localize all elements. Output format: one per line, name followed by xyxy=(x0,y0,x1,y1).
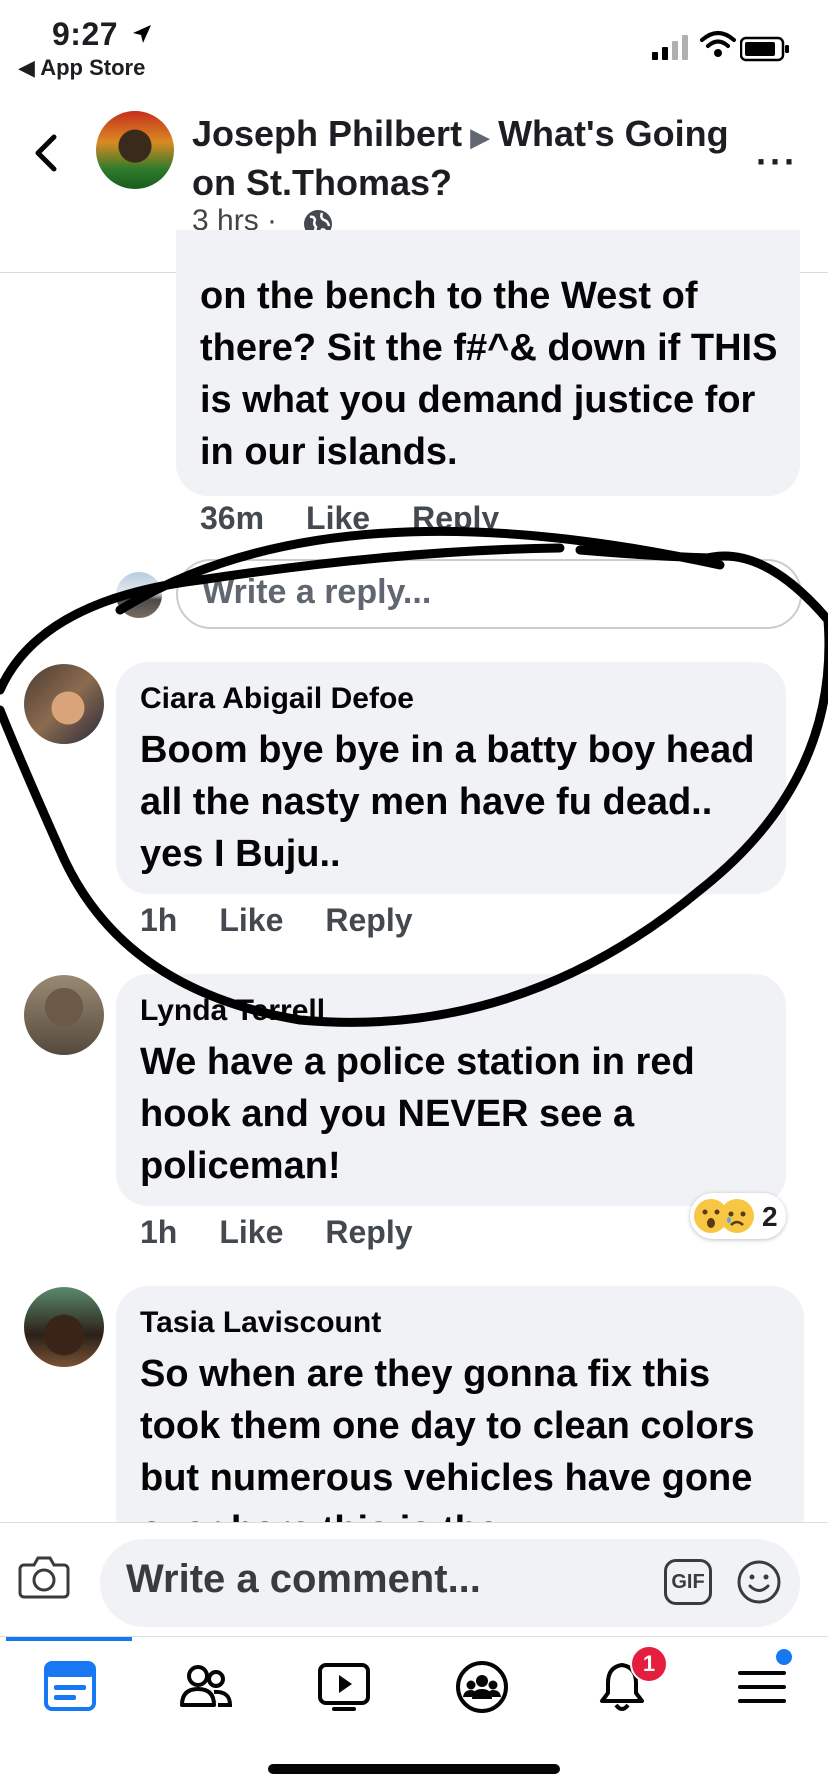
home-indicator[interactable] xyxy=(268,1764,560,1774)
commenter-name[interactable]: Lynda Terrell xyxy=(140,994,325,1028)
reply-input[interactable]: Write a reply... xyxy=(176,559,802,629)
comment-text: So when are they gonna fix this took the… xyxy=(140,1353,755,1546)
watch-video-icon[interactable] xyxy=(316,1659,372,1715)
gif-button[interactable]: GIF xyxy=(664,1559,712,1605)
back-chevron-icon[interactable] xyxy=(30,131,64,175)
friends-icon[interactable] xyxy=(178,1659,234,1715)
reaction-summary[interactable]: 2 xyxy=(690,1193,786,1239)
like-button[interactable]: Like xyxy=(219,902,283,938)
comment-actions: 1h Like Reply xyxy=(140,902,455,939)
like-button[interactable]: Like xyxy=(306,500,370,536)
comment-text: We have a police station in red hook and… xyxy=(140,1041,695,1187)
wifi-icon xyxy=(700,31,736,57)
menu-hamburger-icon[interactable] xyxy=(734,1659,790,1715)
author-name[interactable]: Joseph Philbert xyxy=(192,113,462,154)
active-tab-indicator xyxy=(6,1637,132,1641)
commenter-name[interactable]: Ciara Abigail Defoe xyxy=(140,682,414,716)
comment-actions: 1h Like Reply xyxy=(140,1214,455,1251)
news-feed-icon[interactable] xyxy=(42,1659,98,1715)
reply-button[interactable]: Reply xyxy=(325,1214,412,1250)
menu-notification-dot xyxy=(776,1649,792,1665)
battery-icon xyxy=(740,36,789,62)
post-title: Joseph Philbert ▶ What's Going on St.Thoma… xyxy=(192,111,752,205)
comment-time: 36m xyxy=(200,500,265,536)
notification-badge: 1 xyxy=(630,1645,668,1683)
comment-bubble: Lynda Terrell We have a police station i… xyxy=(116,974,786,1206)
groups-icon[interactable] xyxy=(454,1659,510,1715)
status-time: 9:27 xyxy=(52,16,119,52)
comment-composer: Write a comment... GIF xyxy=(0,1522,828,1629)
comment-bubble: Ciara Abigail Defoe Boom bye bye in a ba… xyxy=(116,662,786,894)
back-to-app-store[interactable]: ◀ App Store xyxy=(18,55,145,81)
reaction-count: 2 xyxy=(762,1201,778,1232)
previous-comment-bubble: on the bench to the West of there? Sit t… xyxy=(176,230,800,496)
comment-bubble: Tasia Laviscount So when are they gonna … xyxy=(116,1286,804,1546)
emoji-icon[interactable] xyxy=(736,1559,782,1605)
comment-input[interactable]: Write a comment... GIF xyxy=(100,1539,800,1627)
user-avatar xyxy=(116,572,162,618)
comment-text: Boom bye bye in a batty boy head all the… xyxy=(140,729,755,875)
signal-icon xyxy=(652,35,688,60)
commenter-avatar[interactable] xyxy=(24,1287,104,1367)
separator-arrow-icon: ▶ xyxy=(470,122,491,152)
previous-comment-text: on the bench to the West of there? Sit t… xyxy=(200,275,778,473)
sad-reaction-icon xyxy=(720,1199,754,1233)
commenter-avatar[interactable] xyxy=(24,975,104,1055)
previous-comment-actions: 36m Like Reply xyxy=(200,500,541,537)
reply-button[interactable]: Reply xyxy=(412,500,499,536)
comment-time: 1h xyxy=(140,902,178,938)
commenter-avatar[interactable] xyxy=(24,664,104,744)
more-options-button[interactable]: ··· xyxy=(756,141,798,183)
commenter-name[interactable]: Tasia Laviscount xyxy=(140,1306,381,1340)
comment-time: 1h xyxy=(140,1214,178,1250)
author-avatar[interactable] xyxy=(96,111,174,189)
comment-input-placeholder: Write a comment... xyxy=(126,1557,481,1601)
location-arrow-icon xyxy=(133,25,151,43)
tab-bar: 1 xyxy=(0,1636,828,1747)
like-button[interactable]: Like xyxy=(219,1214,283,1250)
reply-button[interactable]: Reply xyxy=(325,902,412,938)
camera-icon[interactable] xyxy=(18,1553,70,1599)
